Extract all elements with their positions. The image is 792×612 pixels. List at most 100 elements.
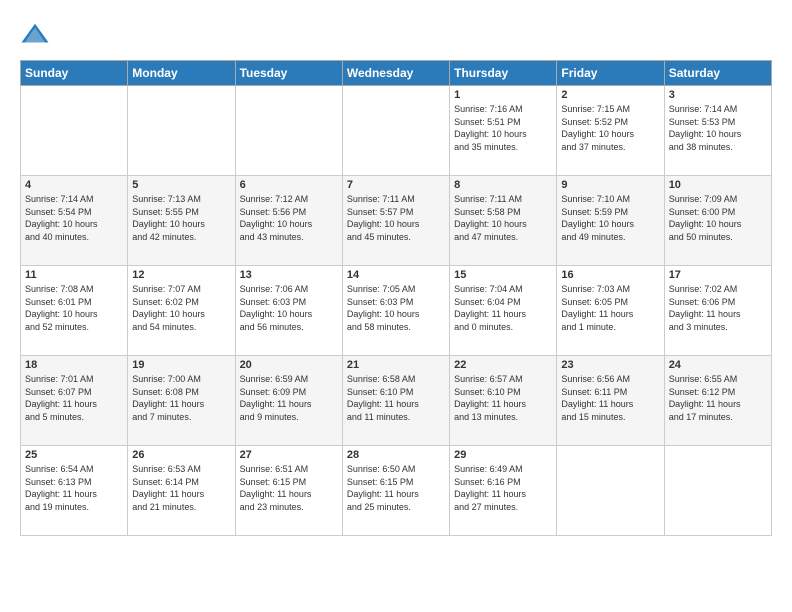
day-info: Sunrise: 6:50 AM Sunset: 6:15 PM Dayligh…: [347, 463, 445, 513]
calendar-cell: 29 Sunrise: 6:49 AM Sunset: 6:16 PM Dayli…: [450, 446, 557, 536]
calendar-cell: 5 Sunrise: 7:13 AM Sunset: 5:55 PM Daylig…: [128, 176, 235, 266]
day-number: 17: [669, 269, 767, 281]
page-header: [20, 20, 772, 50]
day-info: Sunrise: 7:05 AM Sunset: 6:03 PM Dayligh…: [347, 283, 445, 333]
calendar-cell: 21 Sunrise: 6:58 AM Sunset: 6:10 PM Dayli…: [342, 356, 449, 446]
day-info: Sunrise: 6:56 AM Sunset: 6:11 PM Dayligh…: [561, 373, 659, 423]
day-header-sunday: Sunday: [21, 61, 128, 86]
calendar-cell: 7Sunrise: 7:11 AM Sunset: 5:57 PM Daylig…: [342, 176, 449, 266]
calendar-week-row: 25 Sunrise: 6:54 AM Sunset: 6:13 PM Dayli…: [21, 446, 772, 536]
day-number: 24: [669, 359, 767, 371]
calendar-header-row: SundayMondayTuesdayWednesdayThursdayFrid…: [21, 61, 772, 86]
day-number: 26: [132, 449, 230, 461]
calendar-cell: 13 Sunrise: 7:06 AM Sunset: 6:03 PM Dayli…: [235, 266, 342, 356]
day-number: 18: [25, 359, 123, 371]
calendar-cell: 17 Sunrise: 7:02 AM Sunset: 6:06 PM Dayli…: [664, 266, 771, 356]
day-number: 10: [669, 179, 767, 191]
calendar-cell: 16 Sunrise: 7:03 AM Sunset: 6:05 PM Dayli…: [557, 266, 664, 356]
calendar-cell: 28 Sunrise: 6:50 AM Sunset: 6:15 PM Dayli…: [342, 446, 449, 536]
day-info: Sunrise: 7:11 AM Sunset: 5:58 PM Dayligh…: [454, 193, 552, 243]
day-info: Sunrise: 7:07 AM Sunset: 6:02 PM Dayligh…: [132, 283, 230, 333]
calendar-cell: [557, 446, 664, 536]
calendar-cell: 24 Sunrise: 6:55 AM Sunset: 6:12 PM Dayli…: [664, 356, 771, 446]
day-info: Sunrise: 7:06 AM Sunset: 6:03 PM Dayligh…: [240, 283, 338, 333]
calendar-cell: [342, 86, 449, 176]
day-number: 22: [454, 359, 552, 371]
day-number: 5: [132, 179, 230, 191]
day-info: Sunrise: 7:15 AM Sunset: 5:52 PM Dayligh…: [561, 103, 659, 153]
day-info: Sunrise: 6:58 AM Sunset: 6:10 PM Dayligh…: [347, 373, 445, 423]
day-number: 15: [454, 269, 552, 281]
calendar-week-row: 18 Sunrise: 7:01 AM Sunset: 6:07 PM Dayli…: [21, 356, 772, 446]
day-number: 23: [561, 359, 659, 371]
day-number: 16: [561, 269, 659, 281]
logo-icon: [20, 20, 50, 50]
calendar-cell: 1 Sunrise: 7:16 AM Sunset: 5:51 PM Daylig…: [450, 86, 557, 176]
calendar-week-row: 1 Sunrise: 7:16 AM Sunset: 5:51 PM Daylig…: [21, 86, 772, 176]
day-number: 8: [454, 179, 552, 191]
day-header-thursday: Thursday: [450, 61, 557, 86]
day-number: 7: [347, 179, 445, 191]
day-number: 4: [25, 179, 123, 191]
calendar-cell: 12 Sunrise: 7:07 AM Sunset: 6:02 PM Dayli…: [128, 266, 235, 356]
day-number: 13: [240, 269, 338, 281]
day-info: Sunrise: 7:12 AM Sunset: 5:56 PM Dayligh…: [240, 193, 338, 243]
day-info: Sunrise: 6:53 AM Sunset: 6:14 PM Dayligh…: [132, 463, 230, 513]
calendar-cell: 10 Sunrise: 7:09 AM Sunset: 6:00 PM Dayli…: [664, 176, 771, 266]
calendar-week-row: 11 Sunrise: 7:08 AM Sunset: 6:01 PM Dayli…: [21, 266, 772, 356]
day-number: 3: [669, 89, 767, 101]
day-info: Sunrise: 7:16 AM Sunset: 5:51 PM Dayligh…: [454, 103, 552, 153]
calendar-cell: 27 Sunrise: 6:51 AM Sunset: 6:15 PM Dayli…: [235, 446, 342, 536]
day-number: 25: [25, 449, 123, 461]
calendar-cell: 18 Sunrise: 7:01 AM Sunset: 6:07 PM Dayli…: [21, 356, 128, 446]
day-number: 19: [132, 359, 230, 371]
day-header-tuesday: Tuesday: [235, 61, 342, 86]
day-number: 12: [132, 269, 230, 281]
day-number: 28: [347, 449, 445, 461]
day-number: 11: [25, 269, 123, 281]
day-info: Sunrise: 7:14 AM Sunset: 5:53 PM Dayligh…: [669, 103, 767, 153]
calendar-cell: 23 Sunrise: 6:56 AM Sunset: 6:11 PM Dayli…: [557, 356, 664, 446]
logo: [20, 20, 54, 50]
calendar-cell: 6 Sunrise: 7:12 AM Sunset: 5:56 PM Daylig…: [235, 176, 342, 266]
calendar-cell: [664, 446, 771, 536]
day-header-wednesday: Wednesday: [342, 61, 449, 86]
day-number: 2: [561, 89, 659, 101]
day-number: 9: [561, 179, 659, 191]
day-header-friday: Friday: [557, 61, 664, 86]
calendar-week-row: 4 Sunrise: 7:14 AM Sunset: 5:54 PM Daylig…: [21, 176, 772, 266]
day-info: Sunrise: 6:54 AM Sunset: 6:13 PM Dayligh…: [25, 463, 123, 513]
day-info: Sunrise: 7:02 AM Sunset: 6:06 PM Dayligh…: [669, 283, 767, 333]
calendar-cell: [128, 86, 235, 176]
day-info: Sunrise: 7:08 AM Sunset: 6:01 PM Dayligh…: [25, 283, 123, 333]
calendar-cell: 20 Sunrise: 6:59 AM Sunset: 6:09 PM Dayli…: [235, 356, 342, 446]
calendar-cell: 15Sunrise: 7:04 AM Sunset: 6:04 PM Dayli…: [450, 266, 557, 356]
day-number: 29: [454, 449, 552, 461]
calendar-cell: 2 Sunrise: 7:15 AM Sunset: 5:52 PM Daylig…: [557, 86, 664, 176]
day-info: Sunrise: 6:55 AM Sunset: 6:12 PM Dayligh…: [669, 373, 767, 423]
day-info: Sunrise: 7:03 AM Sunset: 6:05 PM Dayligh…: [561, 283, 659, 333]
calendar-cell: [235, 86, 342, 176]
day-info: Sunrise: 7:13 AM Sunset: 5:55 PM Dayligh…: [132, 193, 230, 243]
day-info: Sunrise: 7:10 AM Sunset: 5:59 PM Dayligh…: [561, 193, 659, 243]
day-info: Sunrise: 6:49 AM Sunset: 6:16 PM Dayligh…: [454, 463, 552, 513]
calendar-cell: 25 Sunrise: 6:54 AM Sunset: 6:13 PM Dayli…: [21, 446, 128, 536]
day-number: 6: [240, 179, 338, 191]
day-info: Sunrise: 7:14 AM Sunset: 5:54 PM Dayligh…: [25, 193, 123, 243]
calendar-cell: 9 Sunrise: 7:10 AM Sunset: 5:59 PM Daylig…: [557, 176, 664, 266]
day-info: Sunrise: 7:09 AM Sunset: 6:00 PM Dayligh…: [669, 193, 767, 243]
day-number: 1: [454, 89, 552, 101]
day-info: Sunrise: 6:51 AM Sunset: 6:15 PM Dayligh…: [240, 463, 338, 513]
calendar-cell: 14Sunrise: 7:05 AM Sunset: 6:03 PM Dayli…: [342, 266, 449, 356]
day-number: 20: [240, 359, 338, 371]
day-number: 21: [347, 359, 445, 371]
calendar-cell: 8 Sunrise: 7:11 AM Sunset: 5:58 PM Daylig…: [450, 176, 557, 266]
day-info: Sunrise: 6:59 AM Sunset: 6:09 PM Dayligh…: [240, 373, 338, 423]
day-info: Sunrise: 7:00 AM Sunset: 6:08 PM Dayligh…: [132, 373, 230, 423]
day-info: Sunrise: 7:01 AM Sunset: 6:07 PM Dayligh…: [25, 373, 123, 423]
calendar-cell: 4 Sunrise: 7:14 AM Sunset: 5:54 PM Daylig…: [21, 176, 128, 266]
calendar-cell: 11 Sunrise: 7:08 AM Sunset: 6:01 PM Dayli…: [21, 266, 128, 356]
day-number: 27: [240, 449, 338, 461]
day-header-monday: Monday: [128, 61, 235, 86]
calendar-cell: 26 Sunrise: 6:53 AM Sunset: 6:14 PM Dayli…: [128, 446, 235, 536]
